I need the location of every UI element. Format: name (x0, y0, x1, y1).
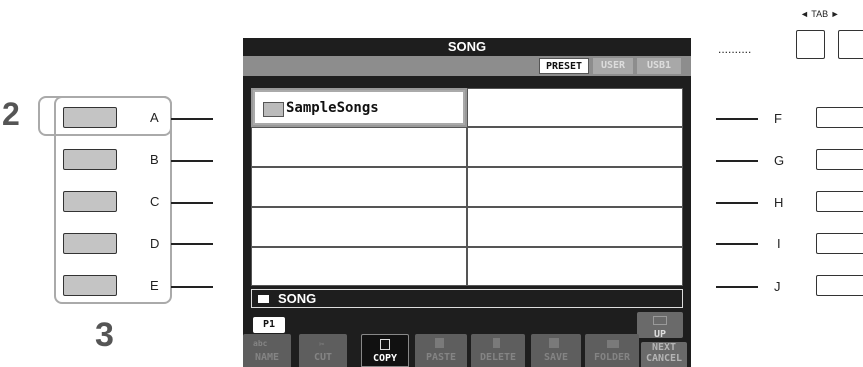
up-button[interactable]: UP (637, 312, 683, 340)
button-i-line (716, 243, 758, 245)
current-path-label: SONG (278, 291, 317, 306)
file-grid: SampleSongs (251, 88, 683, 286)
next-label: NEXT (651, 342, 677, 353)
tab-usb1[interactable]: USB1 (637, 58, 681, 74)
button-g[interactable] (816, 149, 863, 170)
new-folder-icon (607, 340, 619, 348)
floppy-icon (549, 338, 559, 348)
button-b[interactable] (63, 149, 117, 170)
screen-title: SONG (447, 39, 487, 54)
button-g-label: G (774, 153, 785, 168)
paste-button[interactable]: PASTE (415, 334, 467, 367)
button-c-line (171, 202, 213, 204)
name-button[interactable]: abc NAME (243, 334, 291, 367)
tab-left-arrow-icon: ◄ (800, 9, 809, 19)
button-c[interactable] (63, 191, 117, 212)
button-g-line (716, 160, 758, 162)
lcd-screen: SONG PRESET USER USB1 SampleSongs SONG P… (243, 38, 691, 367)
tab-right-arrow-icon: ► (830, 9, 840, 19)
current-path-bar: SONG (251, 289, 683, 308)
tab-left-button[interactable] (796, 30, 825, 59)
paste-icon (435, 338, 444, 348)
button-b-label: B (150, 152, 159, 167)
folder-path-icon (258, 295, 269, 303)
file-cell[interactable] (467, 247, 683, 286)
button-e[interactable] (63, 275, 117, 296)
up-button-label: UP (653, 329, 667, 340)
copy-button-label: COPY (372, 353, 398, 364)
button-h-label: H (774, 195, 784, 210)
file-cell[interactable] (251, 207, 467, 247)
button-a-line (171, 118, 213, 120)
file-cell-label: SampleSongs (286, 100, 379, 116)
file-cell[interactable] (467, 127, 683, 167)
button-e-line (171, 286, 213, 288)
save-button[interactable]: SAVE (531, 334, 581, 367)
copy-button[interactable]: COPY (361, 334, 409, 367)
folder-button-label: FOLDER (593, 352, 631, 363)
button-j-line (716, 286, 758, 288)
folder-up-icon (653, 316, 667, 325)
button-c-label: C (150, 194, 160, 209)
button-a-label: A (150, 110, 159, 125)
button-e-label: E (150, 278, 159, 293)
name-button-label: NAME (254, 352, 280, 363)
button-i[interactable] (816, 233, 863, 254)
tab-right-button[interactable] (838, 30, 863, 59)
copy-icon (380, 339, 390, 350)
button-h[interactable] (816, 191, 863, 212)
button-j[interactable] (816, 275, 863, 296)
button-a[interactable] (63, 107, 117, 128)
file-cell[interactable] (467, 207, 683, 247)
dotted-leader: .......... (718, 42, 752, 56)
button-i-label: I (777, 236, 781, 251)
name-abc-label: abc (253, 339, 268, 348)
tab-label: ◄ TAB ► (800, 9, 840, 19)
page-tab-p1[interactable]: P1 (253, 317, 285, 333)
button-d[interactable] (63, 233, 117, 254)
paste-button-label: PASTE (425, 352, 457, 363)
button-d-line (171, 243, 213, 245)
button-h-line (716, 202, 758, 204)
tab-preset[interactable]: PRESET (539, 58, 589, 74)
folder-icon (263, 102, 284, 117)
tab-label-text: TAB (811, 9, 829, 19)
file-cell[interactable] (251, 247, 467, 286)
button-b-line (171, 160, 213, 162)
step-number-3: 3 (95, 316, 114, 354)
file-cell[interactable] (251, 167, 467, 207)
file-cell[interactable] (467, 167, 683, 207)
step-number-2: 2 (2, 96, 20, 132)
button-d-label: D (150, 236, 160, 251)
button-f[interactable] (816, 107, 863, 128)
trash-icon (493, 338, 500, 348)
file-cell[interactable] (467, 88, 683, 127)
tab-user[interactable]: USER (593, 58, 633, 74)
button-f-label: F (774, 111, 782, 126)
button-j-label: J (774, 279, 781, 294)
save-button-label: SAVE (543, 352, 569, 363)
file-cell-samplesongs[interactable]: SampleSongs (251, 88, 467, 127)
folder-button[interactable]: FOLDER (585, 334, 639, 367)
screen-tab-bar: PRESET USER USB1 (243, 56, 691, 76)
cancel-label: CANCEL (645, 353, 683, 364)
button-f-line (716, 118, 758, 120)
delete-button-label: DELETE (479, 352, 517, 363)
cut-button-label: CUT (313, 352, 333, 363)
next-cancel-button[interactable]: NEXT CANCEL (641, 342, 687, 367)
scissors-icon: ✂ (319, 340, 325, 350)
file-cell[interactable] (251, 127, 467, 167)
cut-button[interactable]: ✂ CUT (299, 334, 347, 367)
delete-button[interactable]: DELETE (471, 334, 525, 367)
